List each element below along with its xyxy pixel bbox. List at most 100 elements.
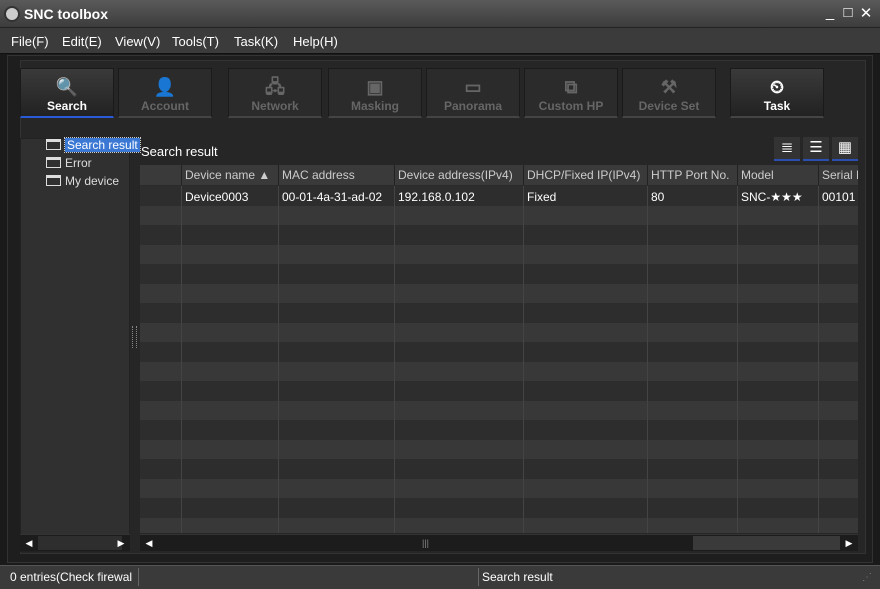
table-cell — [140, 283, 182, 303]
masking-icon: ▣ — [366, 77, 384, 97]
list-view-icon[interactable]: ☰ — [803, 137, 829, 161]
table-cell — [738, 400, 819, 420]
table-cell — [819, 323, 858, 343]
table-cell — [738, 517, 819, 533]
table-horizontal-scrollbar[interactable]: ◀ ||| ▶ — [140, 534, 858, 551]
table-cell — [524, 303, 648, 323]
custom-hp-button[interactable]: ⧉ Custom HP — [524, 68, 618, 118]
table-cell — [648, 283, 738, 303]
table-row[interactable]: Device0003 00-01-4a-31-ad-02 192.168.0.102… — [140, 186, 858, 206]
scroll-left-arrow[interactable]: ◀ — [142, 535, 156, 551]
maximize-button[interactable]: □ — [840, 4, 856, 22]
search-icon: 🔍 — [55, 77, 79, 97]
column-header[interactable] — [140, 165, 182, 185]
column-header[interactable]: Model — [738, 165, 819, 185]
table-row — [140, 478, 858, 498]
scroll-right-arrow[interactable]: ▶ — [842, 535, 856, 551]
table-cell — [819, 264, 858, 284]
menu-file[interactable]: File(F) — [11, 34, 49, 49]
tree-item-label: Error — [65, 156, 92, 170]
table-cell — [279, 498, 395, 518]
table-row — [140, 303, 858, 323]
table-cell — [182, 205, 279, 225]
table-cell — [279, 381, 395, 401]
tree-item-my-device[interactable]: My device — [46, 174, 119, 191]
column-header[interactable]: Device name ▲ — [182, 165, 279, 185]
table-row — [140, 381, 858, 401]
scroll-right-arrow[interactable]: ▶ — [114, 535, 128, 551]
table-cell — [819, 245, 858, 265]
menu-edit[interactable]: Edit(E) — [62, 34, 102, 49]
tree-item-error[interactable]: Error — [46, 156, 92, 173]
results-title: Search result — [141, 144, 218, 159]
table-cell — [395, 498, 524, 518]
table-cell: 192.168.0.102 — [395, 186, 524, 206]
tree-horizontal-scrollbar[interactable]: ◀ ▶ — [20, 534, 130, 551]
table-cell: 00-01-4a-31-ad-02 — [279, 186, 395, 206]
table-cell — [819, 420, 858, 440]
table-cell: SNC-★★★ — [738, 186, 819, 206]
tree-item-search-result[interactable]: Search result — [46, 137, 141, 155]
table-cell — [738, 303, 819, 323]
scroll-grip: ||| — [422, 538, 430, 548]
table-cell — [182, 439, 279, 459]
table-cell — [819, 401, 858, 421]
table-cell — [279, 517, 395, 533]
table-cell — [819, 206, 858, 226]
column-header[interactable]: HTTP Port No. — [648, 165, 738, 185]
table-row — [140, 439, 858, 459]
account-button[interactable]: 👤 Account — [118, 68, 212, 118]
table-cell — [738, 361, 819, 381]
scroll-left-arrow[interactable]: ◀ — [22, 535, 36, 551]
table-cell — [395, 459, 524, 479]
table-cell — [279, 322, 395, 342]
menu-view[interactable]: View(V) — [115, 34, 160, 49]
resize-grip-icon[interactable]: ⋰ — [862, 572, 872, 583]
table-cell — [819, 342, 858, 362]
table-cell — [395, 322, 524, 342]
table-row — [140, 400, 858, 421]
table-cell — [279, 283, 395, 303]
table-cell — [279, 303, 395, 323]
device-set-button[interactable]: ⚒ Device Set — [622, 68, 716, 118]
table-cell — [648, 400, 738, 420]
masking-button[interactable]: ▣ Masking — [328, 68, 422, 118]
scroll-thumb[interactable] — [38, 536, 122, 550]
custom-hp-icon: ⧉ — [564, 77, 578, 97]
table-row — [140, 342, 858, 362]
table-cell — [738, 244, 819, 264]
table-row — [140, 283, 858, 303]
scroll-thumb[interactable] — [693, 536, 840, 550]
menu-task[interactable]: Task(K) — [234, 34, 278, 49]
menu-tools[interactable]: Tools(T) — [172, 34, 219, 49]
button-label: Search — [46, 99, 88, 113]
search-button[interactable]: 🔍 Search — [20, 68, 114, 118]
divider — [138, 568, 139, 586]
column-header[interactable]: MAC address — [279, 165, 395, 185]
table-cell — [140, 225, 182, 245]
close-button[interactable]: ✕ — [858, 4, 874, 22]
column-header[interactable]: Serial No. — [819, 165, 858, 185]
table-cell — [524, 322, 648, 342]
network-button[interactable]: 🖧 Network — [228, 68, 322, 118]
table-cell — [524, 283, 648, 303]
minimize-button[interactable]: _ — [822, 4, 838, 22]
table-cell — [524, 381, 648, 401]
title-bar: SNC toolbox _ □ ✕ — [0, 0, 880, 28]
table-cell — [279, 342, 395, 362]
splitter-handle[interactable] — [132, 326, 137, 348]
table-cell — [524, 342, 648, 362]
folder-tree — [20, 138, 130, 552]
table-cell — [395, 400, 524, 420]
table-row — [140, 244, 858, 265]
column-header[interactable]: Device address(IPv4) — [395, 165, 524, 185]
table-cell — [819, 225, 858, 245]
panorama-button[interactable]: ▭ Panorama — [426, 68, 520, 118]
column-header[interactable]: DHCP/Fixed IP(IPv4) — [524, 165, 648, 185]
detail-view-icon[interactable]: ≣ — [774, 137, 800, 161]
grid-view-icon[interactable]: ▦ — [832, 137, 858, 161]
table-cell — [279, 439, 395, 459]
task-button[interactable]: ⏲ Task — [730, 68, 824, 118]
menu-help[interactable]: Help(H) — [293, 34, 338, 49]
table-cell — [395, 342, 524, 362]
